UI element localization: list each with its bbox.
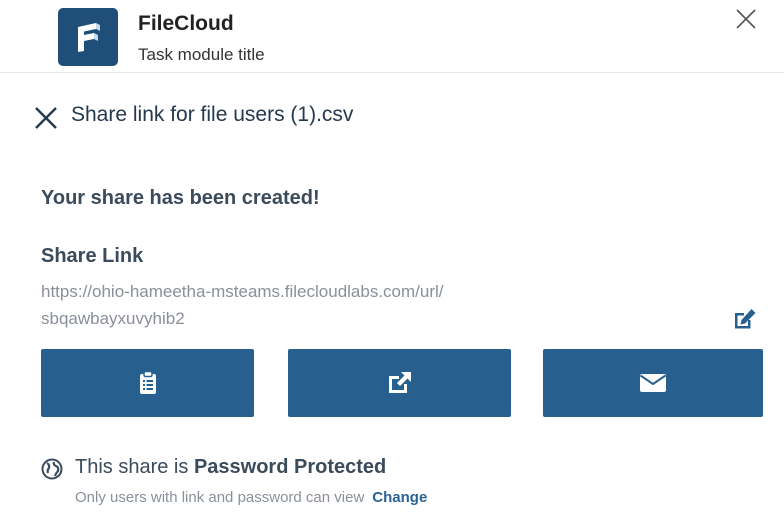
copy-link-button[interactable]	[41, 349, 254, 417]
envelope-icon	[639, 374, 667, 392]
close-icon[interactable]	[734, 7, 758, 31]
share-link-label: Share Link	[41, 245, 144, 267]
edit-share-link-icon[interactable]	[732, 307, 758, 331]
task-module-title: Task module title	[138, 45, 265, 64]
protection-prefix: This share is	[75, 456, 194, 478]
email-link-button[interactable]	[543, 349, 763, 417]
share-link-url[interactable]: https://ohio-hameetha-msteams.filecloudl…	[41, 278, 601, 332]
external-link-icon	[388, 372, 411, 393]
clipboard-icon	[139, 371, 156, 394]
task-module-header: FileCloud Task module title	[0, 0, 784, 73]
change-protection-link[interactable]: Change	[372, 489, 427, 506]
share-created-message: Your share has been created!	[41, 187, 320, 209]
open-link-button[interactable]	[288, 349, 511, 417]
password-protection-text: This share is Password Protected	[75, 456, 386, 479]
close-share-panel-icon[interactable]	[33, 105, 59, 131]
share-link-url-line2: sbqawbayxuvyhib2	[41, 309, 185, 328]
protection-note-text: Only users with link and password can vi…	[75, 489, 365, 506]
share-panel-title: Share link for file users (1).csv	[71, 103, 354, 126]
filecloud-logo-icon	[58, 8, 118, 66]
protection-status: Password Protected	[193, 456, 387, 478]
app-name: FileCloud	[138, 12, 234, 35]
password-protection-note: Only users with link and password can vi…	[75, 489, 427, 506]
globe-icon	[41, 458, 63, 480]
share-link-url-line1: https://ohio-hameetha-msteams.filecloudl…	[41, 282, 444, 301]
